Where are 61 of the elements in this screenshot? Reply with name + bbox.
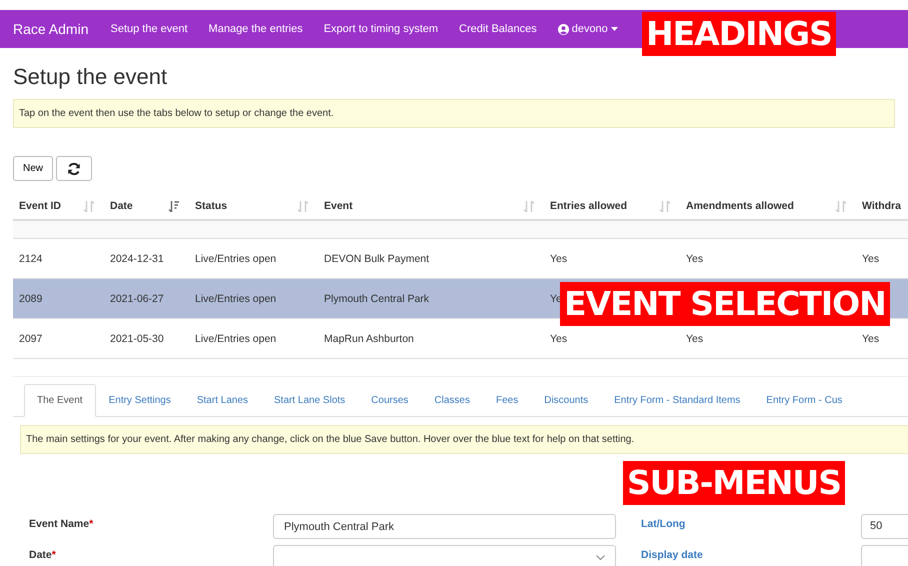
- brand-link[interactable]: Race Admin: [13, 21, 88, 37]
- input-field[interactable]: [273, 545, 616, 566]
- tab[interactable]: Start Lanes: [184, 384, 262, 417]
- nav-link[interactable]: Manage the entries: [208, 23, 303, 35]
- alert-text: Tap on the event then use the tabs below to setup or change the event.: [19, 108, 334, 119]
- table-cell-text: 2024-12-31: [109, 252, 165, 264]
- refresh-button[interactable]: [56, 156, 92, 181]
- field-label: Date*: [29, 549, 57, 561]
- alert-text: The main settings for your event. After making any change, click on the blue Save button. Hover over the blue text for help on that setting.: [26, 434, 634, 445]
- tab[interactable]: Discounts: [531, 384, 602, 417]
- column-header[interactable]: Withdra: [856, 200, 908, 212]
- user-menu[interactable]: devono: [558, 23, 618, 35]
- table-cell-text: Live/Entries open: [194, 292, 278, 304]
- nav-link[interactable]: Credit Balances: [459, 23, 537, 35]
- table-cell-text: 2097: [18, 332, 44, 344]
- tab[interactable]: The Event: [24, 384, 96, 417]
- column-header[interactable]: Entries allowed: [544, 200, 680, 212]
- input-field[interactable]: [861, 545, 908, 566]
- page-title: Setup the event: [13, 64, 168, 90]
- field-label[interactable]: Display date: [641, 549, 861, 561]
- annotation-overlay: HEADINGS: [642, 12, 836, 56]
- column-header[interactable]: Amendments allowed: [680, 200, 856, 212]
- table-cell-text: Yes: [549, 332, 568, 344]
- new-button[interactable]: New: [13, 156, 54, 181]
- table-cell-text: Yes: [685, 252, 704, 264]
- column-header[interactable]: Event ID: [13, 200, 104, 212]
- table-cell-text: Yes: [861, 332, 880, 344]
- table-cell-text: Yes: [861, 252, 880, 264]
- field-label[interactable]: Lat/Long: [641, 518, 861, 530]
- caret-icon: [610, 27, 618, 31]
- table-cell-text: 2089: [18, 292, 44, 304]
- nav-link[interactable]: Setup the event: [110, 23, 188, 35]
- table-cell-text: Live/Entries open: [194, 252, 278, 264]
- table-cell-text: DEVON Bulk Payment: [323, 252, 430, 264]
- table-cell-text: 2021-06-27: [109, 292, 165, 304]
- table-cell-text: Yes: [685, 332, 704, 344]
- tab[interactable]: Entry Settings: [96, 384, 184, 417]
- refresh-icon: [67, 162, 82, 176]
- table-cell-text: Yes: [549, 252, 568, 264]
- tab[interactable]: Entry Form - Cus: [753, 384, 856, 417]
- table-cell-text: Plymouth Central Park: [323, 292, 430, 304]
- table-cell-text: Live/Entries open: [194, 332, 278, 344]
- tab[interactable]: Courses: [358, 384, 422, 417]
- table-cell-text: 2021-05-30: [109, 332, 165, 344]
- column-header[interactable]: Date: [104, 200, 189, 212]
- column-header[interactable]: Event: [318, 200, 544, 212]
- tab[interactable]: Start Lane Slots: [261, 384, 358, 417]
- column-header[interactable]: Status: [189, 200, 318, 212]
- field-label: Event Name*: [29, 518, 94, 530]
- tab[interactable]: Classes: [421, 384, 483, 417]
- nav-link[interactable]: Export to timing system: [324, 23, 438, 35]
- caret-icon: [596, 554, 605, 560]
- table-cell-text: 2124: [18, 252, 44, 264]
- input-field[interactable]: Plymouth Central Park: [273, 514, 616, 539]
- input-field[interactable]: 50: [861, 514, 908, 539]
- annotation-overlay: SUB-MENUS: [623, 461, 845, 505]
- table-cell-text: MapRun Ashburton: [323, 332, 415, 344]
- user-icon: [558, 24, 569, 34]
- tab[interactable]: Entry Form - Standard Items: [601, 384, 754, 417]
- tab[interactable]: Fees: [483, 384, 532, 417]
- annotation-overlay: EVENT SELECTION: [560, 282, 890, 326]
